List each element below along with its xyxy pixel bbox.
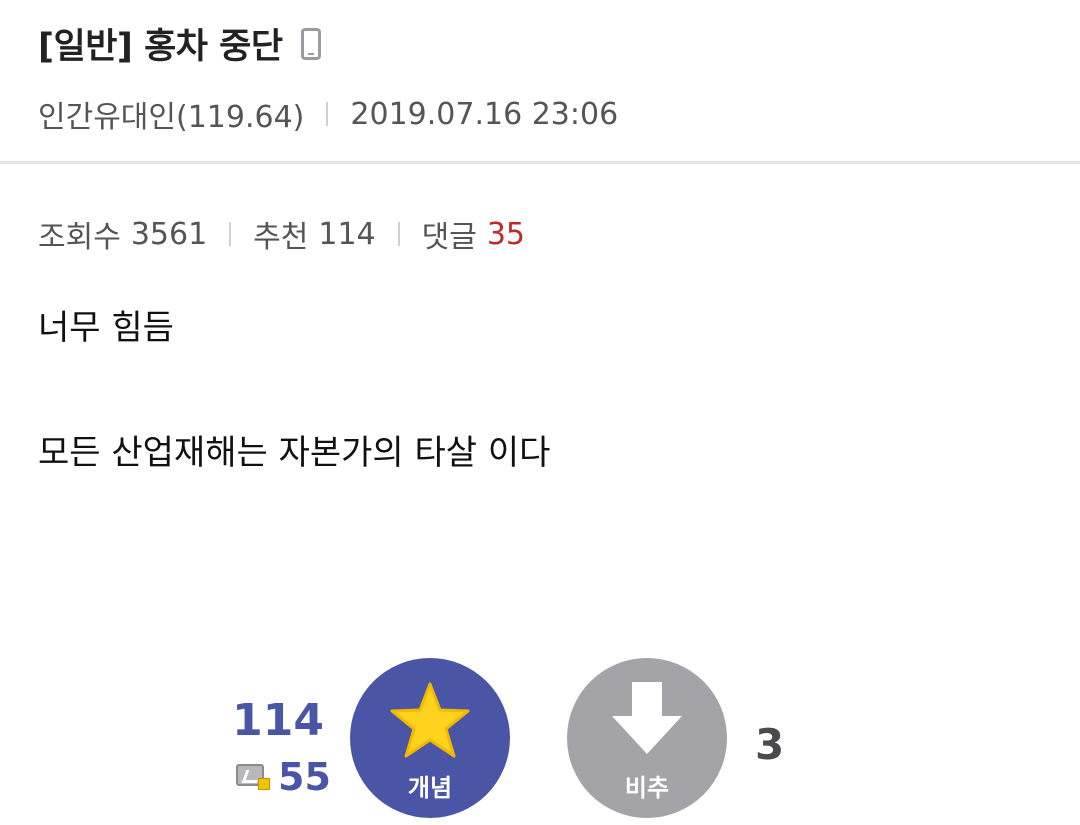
post-body-line: 너무 힘듬 xyxy=(38,308,174,348)
mobile-phone-icon xyxy=(300,27,321,60)
star-icon xyxy=(390,682,470,758)
post-meta: 인간유대인(119.64) 2019.07.16 23:06 xyxy=(38,92,618,136)
comments-count[interactable]: 35 xyxy=(487,217,525,252)
recommend-count: 114 xyxy=(318,216,376,252)
meta-divider xyxy=(326,102,329,126)
views-count: 3561 xyxy=(130,216,208,252)
post-body-line: 모든 산업재해는 자본가의 타살 이다 xyxy=(38,433,551,473)
author-name[interactable]: 인간유대인(119.64) xyxy=(38,92,304,136)
views-label: 조회수 xyxy=(38,220,121,255)
recommend-label: 추천 xyxy=(253,220,309,255)
upvote-button[interactable]: 개념 xyxy=(350,658,510,818)
title-row: [일반] 홍차 중단 xyxy=(38,18,321,69)
upvote-label: 개념 xyxy=(407,774,453,802)
downvote-count: 3 xyxy=(755,720,785,769)
fixed-user-icon xyxy=(236,764,270,790)
vote-area: 114 55 개념 비추 3 xyxy=(0,655,1080,825)
stats-divider xyxy=(229,222,232,246)
downvote-button[interactable]: 비추 xyxy=(567,658,727,818)
post-header: [일반] 홍차 중단 인간유대인(119.64) 2019.07.16 23:0… xyxy=(0,0,1080,164)
post-date: 2019.07.16 23:06 xyxy=(350,96,619,132)
fixed-user-count: 55 xyxy=(236,755,331,799)
comments-label[interactable]: 댓글 xyxy=(422,212,477,256)
upvote-count: 114 xyxy=(232,695,324,746)
post-stats: 조회수 3561 추천 114 댓글 35 xyxy=(38,212,525,256)
fixed-user-count-value: 55 xyxy=(278,755,331,799)
post-title: [일반] 홍차 중단 xyxy=(38,27,283,67)
stats-divider xyxy=(397,222,400,246)
downvote-label: 비추 xyxy=(624,774,670,802)
arrow-down-icon xyxy=(612,682,682,754)
